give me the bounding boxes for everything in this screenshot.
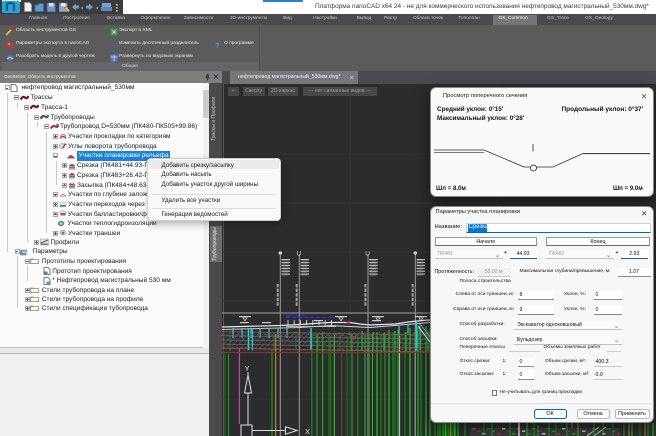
svg-text:U: U [365,251,370,258]
svg-text:Y: Y [245,364,250,373]
svg-text:X: X [305,427,310,436]
svg-text:U: U [297,251,302,258]
svg-text:Дно 108.04: Дно 108.04 [286,314,304,318]
